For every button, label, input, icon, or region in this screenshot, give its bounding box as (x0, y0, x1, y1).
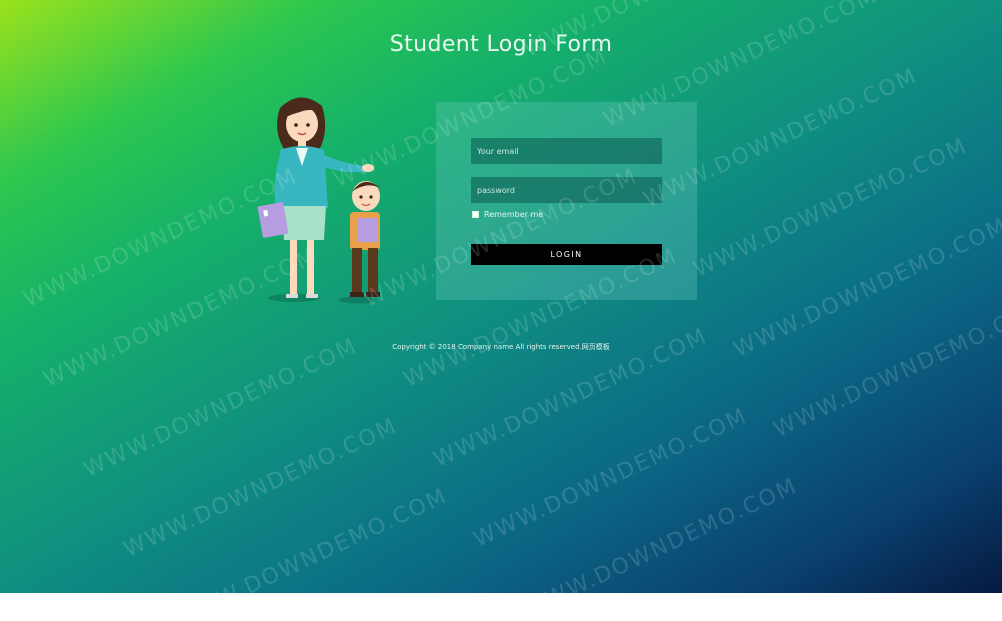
page-title: Student Login Form (389, 32, 613, 57)
teacher-student-illustration-icon (257, 97, 380, 304)
copyright-text: Copyright © 2018 Company name All rights… (392, 343, 610, 351)
password-input[interactable] (471, 177, 662, 203)
remember-me-label: Remember me (484, 210, 544, 219)
email-input[interactable] (471, 138, 662, 164)
remember-me-row[interactable]: Remember me (472, 210, 543, 219)
login-page-background: Student Login Form Your email Remember m… (0, 0, 1002, 593)
remember-me-checkbox[interactable] (472, 211, 479, 218)
login-button[interactable]: LOGIN (471, 244, 662, 265)
